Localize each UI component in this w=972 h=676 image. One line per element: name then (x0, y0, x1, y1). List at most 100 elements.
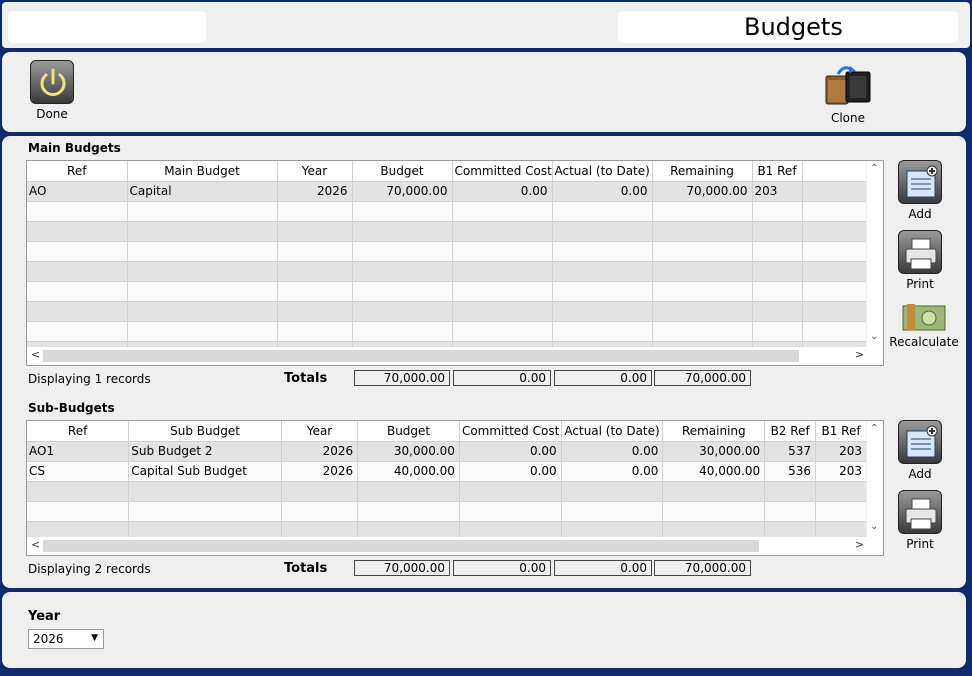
column-header[interactable]: Actual (to Date) (561, 421, 664, 442)
clone-label: Clone (830, 111, 866, 125)
table-cell: 70,000.00 (652, 181, 753, 202)
sub-total-budget: 70,000.00 (354, 560, 450, 576)
recalculate-button[interactable]: Recalculate (888, 302, 960, 349)
empty-table-row[interactable] (27, 241, 868, 262)
main-budgets-title: Main Budgets (28, 141, 121, 155)
table-cell: 2026 (277, 181, 353, 202)
column-header[interactable]: Year (277, 161, 353, 182)
table-cell (764, 481, 817, 502)
table-cell (277, 301, 353, 322)
table-cell (552, 321, 653, 342)
table-cell (452, 241, 553, 262)
column-header[interactable]: Committed Cost (459, 421, 562, 442)
done-button[interactable]: Done (26, 60, 78, 121)
empty-table-row[interactable] (27, 281, 868, 302)
empty-table-row[interactable] (27, 321, 868, 342)
column-header[interactable]: B2 Ref (764, 421, 817, 442)
sub-print-button[interactable]: Print (888, 490, 952, 551)
scroll-down-icon[interactable]: ⌄ (870, 331, 878, 342)
main-add-label: Add (908, 207, 932, 221)
scroll-right-icon[interactable]: > (855, 348, 864, 361)
sub-budgets-grid[interactable]: Ref Sub Budget Year Budget Committed Cost Act… (26, 420, 884, 556)
main-add-button[interactable]: Add (888, 160, 952, 221)
main-print-button[interactable]: Print (888, 230, 952, 291)
table-cell (752, 301, 803, 322)
scroll-thumb[interactable] (43, 540, 759, 552)
column-header[interactable]: Year (281, 421, 359, 442)
column-header[interactable]: Ref (27, 161, 128, 182)
table-cell (27, 501, 130, 522)
table-cell (459, 481, 562, 502)
table-cell (27, 301, 128, 322)
scroll-right-icon[interactable]: > (855, 538, 864, 551)
table-cell: 537 (764, 441, 817, 462)
table-cell: 0.00 (459, 441, 562, 462)
main-records-count: Displaying 1 records (28, 372, 151, 386)
column-header[interactable]: Ref (27, 421, 130, 442)
sub-records-count: Displaying 2 records (28, 562, 151, 576)
empty-table-row[interactable] (27, 501, 867, 522)
table-cell: CS (27, 461, 130, 482)
column-header[interactable]: Committed Cost (452, 161, 553, 182)
table-cell (27, 481, 130, 502)
table-row[interactable]: AO1 Sub Budget 2 2026 30,000.00 0.00 0.00 30,0… (27, 441, 867, 462)
sub-grid-vertical-scrollbar[interactable]: ⌃ ⌄ (866, 421, 883, 537)
done-label: Done (36, 107, 68, 121)
table-cell (452, 301, 553, 322)
scroll-left-icon[interactable]: < (31, 538, 40, 551)
table-cell: 203 (752, 181, 803, 202)
table-cell (802, 221, 868, 242)
column-header[interactable]: Actual (to Date) (552, 161, 653, 182)
table-cell (561, 501, 664, 522)
sub-add-button[interactable]: Add (888, 420, 952, 481)
scroll-up-icon[interactable]: ⌃ (870, 163, 878, 174)
table-cell (277, 281, 353, 302)
table-cell (352, 301, 453, 322)
budgets-grids-panel: Main Budgets Ref Main Budget Year Budget Com… (2, 136, 966, 588)
table-cell (552, 301, 653, 322)
main-grid-vertical-scrollbar[interactable]: ⌃ ⌄ (866, 161, 883, 347)
column-header[interactable]: Budget (357, 421, 460, 442)
column-header[interactable]: Budget (352, 161, 453, 182)
table-cell (552, 281, 653, 302)
column-header[interactable]: B1 Ref (752, 161, 803, 182)
scroll-up-icon[interactable]: ⌃ (870, 423, 878, 434)
scroll-thumb[interactable] (43, 350, 799, 362)
column-header[interactable]: Remaining (652, 161, 753, 182)
table-cell (128, 501, 282, 522)
empty-table-row[interactable] (27, 481, 867, 502)
table-cell (752, 201, 803, 222)
empty-table-row[interactable] (27, 201, 868, 222)
column-header[interactable]: Main Budget (127, 161, 278, 182)
table-cell: 30,000.00 (357, 441, 460, 462)
printer-icon (905, 238, 937, 270)
chevron-down-icon: ▼ (91, 633, 98, 643)
year-select[interactable]: 2026 ▼ (28, 629, 104, 649)
empty-table-row[interactable] (27, 221, 868, 242)
table-cell (352, 221, 453, 242)
clone-button[interactable]: Clone (820, 62, 876, 125)
table-cell: 0.00 (459, 461, 562, 482)
column-header[interactable]: Remaining (662, 421, 766, 442)
empty-table-row[interactable] (27, 261, 868, 282)
scroll-down-icon[interactable]: ⌄ (870, 521, 878, 532)
table-row[interactable]: AO Capital 2026 70,000.00 0.00 0.00 70,000.00 2… (27, 181, 868, 202)
table-cell (127, 221, 278, 242)
main-budgets-grid[interactable]: Ref Main Budget Year Budget Committed Cost Ac… (26, 160, 884, 366)
table-cell (802, 261, 868, 282)
main-grid-horizontal-scrollbar[interactable]: < > (27, 347, 883, 364)
table-row[interactable]: CS Capital Sub Budget 2026 40,000.00 0.00 0.0… (27, 461, 867, 482)
table-cell (561, 481, 664, 502)
sub-grid-horizontal-scrollbar[interactable]: < > (27, 537, 883, 554)
table-cell (127, 301, 278, 322)
year-select-value: 2026 (33, 632, 64, 646)
column-header[interactable] (802, 161, 868, 182)
empty-table-row[interactable] (27, 301, 868, 322)
column-header[interactable]: B1 Ref (815, 421, 867, 442)
page-title: Budgets (744, 13, 843, 41)
table-cell (452, 261, 553, 282)
table-cell: 0.00 (552, 181, 653, 202)
column-header[interactable]: Sub Budget (128, 421, 282, 442)
scroll-left-icon[interactable]: < (31, 348, 40, 361)
table-cell (652, 321, 753, 342)
